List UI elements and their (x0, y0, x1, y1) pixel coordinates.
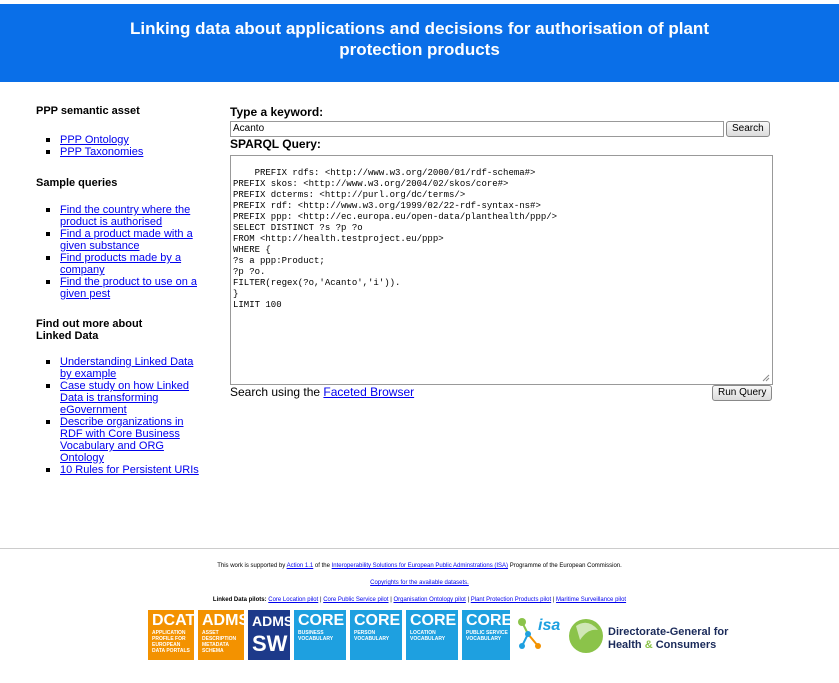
core-location-subtitle: LOCATION VOCABULARY (410, 630, 446, 642)
list-item: Case study on how Linked Data is transfo… (36, 380, 206, 416)
sidebar-heading-linked-data: Find out more about Linked Data (36, 318, 143, 342)
core-business-title: CORE (298, 612, 345, 629)
adms-logo-title: ADMS (202, 612, 244, 629)
resize-handle-icon[interactable] (762, 374, 770, 382)
list-item: Find a product made with a given substan… (36, 228, 206, 252)
list-item: Find products made by a company (36, 252, 206, 276)
isa-network-icon: isa (518, 617, 560, 649)
footer-support-line: This work is supported by Action 1.1 of … (0, 563, 839, 569)
sidebar: PPP semantic asset PPP Ontology PPP Taxo… (36, 105, 206, 476)
pilot-link-maritime[interactable]: Maritime Surveillance pilot (556, 597, 626, 603)
core-public-service-logo[interactable]: CORE PUBLIC SERVICE VOCABULARY (462, 610, 510, 660)
pilot-link-core-public-service[interactable]: Core Public Service pilot (323, 597, 388, 603)
link-find-country[interactable]: Find the country where the product is au… (60, 204, 190, 228)
core-location-logo[interactable]: CORE LOCATION VOCABULARY (406, 610, 458, 660)
sidebar-list-sample-queries: Find the country where the product is au… (36, 204, 206, 300)
link-10-rules[interactable]: 10 Rules for Persistent URIs (60, 464, 199, 476)
dcat-logo-subtitle: APPLICATION PROFILE FOR EUROPEAN DATA PO… (152, 630, 190, 654)
isa-programme-link[interactable]: Interoperability Solutions for European … (332, 563, 508, 569)
core-person-title: CORE (354, 612, 401, 629)
footer-copyright-line: Copyrights for the available datasets. (0, 580, 839, 586)
core-public-service-title: CORE (466, 612, 510, 629)
dg-health-leaf-icon (569, 619, 603, 653)
dcat-logo-title: DCAT (152, 612, 194, 629)
footer-text: This work is supported by (217, 563, 287, 569)
link-find-products-company[interactable]: Find products made by a company (60, 252, 181, 276)
search-button[interactable]: Search (726, 121, 770, 137)
dg-health-line1: Directorate-General for (608, 626, 729, 638)
link-understanding-linked-data[interactable]: Understanding Linked Data by example (60, 356, 193, 380)
adms-sw-logo-title: ADMS. (252, 613, 290, 629)
keyword-input[interactable] (230, 121, 724, 137)
pilot-link-plant-protection[interactable]: Plant Protection Products pilot (471, 597, 551, 603)
link-find-product-pest[interactable]: Find the product to use on a given pest (60, 276, 197, 300)
footer-pilots-line: Linked Data pilots: Core Location pilot … (0, 597, 839, 603)
list-item: PPP Ontology (36, 134, 206, 146)
run-query-button[interactable]: Run Query (712, 385, 773, 401)
core-public-service-subtitle: PUBLIC SERVICE VOCABULARY (466, 630, 508, 642)
copyright-link[interactable]: Copyrights for the available datasets. (370, 580, 469, 586)
core-business-subtitle: BUSINESS VOCABULARY (298, 630, 334, 642)
footer: This work is supported by Action 1.1 of … (0, 563, 839, 614)
dg-health-text: Directorate-General for Health & Consume… (608, 626, 728, 652)
footer-text: Programme of the European Commission. (508, 563, 622, 569)
isa-logo-text: isa (538, 617, 560, 634)
list-item: Understanding Linked Data by example (36, 356, 206, 380)
faceted-row: Search using the Faceted Browser Run Que… (230, 385, 775, 401)
faceted-prefix: Search using the (230, 385, 324, 399)
dcat-logo[interactable]: DCAT APPLICATION PROFILE FOR EUROPEAN DA… (148, 610, 194, 660)
dg-health-logo[interactable]: Directorate-General for Health & Consume… (568, 610, 740, 660)
sidebar-heading-sample-queries: Sample queries (36, 177, 118, 189)
dg-health-ampersand: & (644, 639, 653, 651)
adms-logo[interactable]: ADMS ASSET DESCRIPTION METADATA SCHEMA (198, 610, 244, 660)
keyword-label: Type a keyword: (230, 105, 324, 119)
sparql-label: SPARQL Query: (230, 137, 321, 151)
dg-health-word-consumers: Consumers (652, 639, 717, 651)
sidebar-heading-ppp: PPP semantic asset (36, 105, 140, 117)
core-business-logo[interactable]: CORE BUSINESS VOCABULARY (294, 610, 346, 660)
core-location-title: CORE (410, 612, 457, 629)
link-find-product-substance[interactable]: Find a product made with a given substan… (60, 228, 193, 252)
dg-health-word-health: Health (608, 639, 645, 651)
sparql-query-text: PREFIX rdfs: <http://www.w3.org/2000/01/… (233, 168, 558, 310)
footer-text: of the (313, 563, 332, 569)
pilots-label: Linked Data pilots: (212, 597, 269, 603)
list-item: Find the product to use on a given pest (36, 276, 206, 300)
sidebar-list-linked-data: Understanding Linked Data by example Cas… (36, 356, 206, 476)
page-title: Linking data about applications and deci… (130, 19, 709, 59)
list-item: PPP Taxonomies (36, 146, 206, 158)
sparql-query-textarea[interactable]: PREFIX rdfs: <http://www.w3.org/2000/01/… (230, 155, 773, 385)
action-link[interactable]: Action 1.1 (287, 563, 314, 569)
adms-sw-logo[interactable]: ADMS. SW (248, 610, 290, 660)
pilot-link-core-location[interactable]: Core Location pilot (268, 597, 318, 603)
link-case-study[interactable]: Case study on how Linked Data is transfo… (60, 380, 189, 416)
query-panel: Type a keyword: Search SPARQL Query: PRE… (230, 105, 775, 401)
page-header: Linking data about applications and deci… (0, 4, 839, 82)
list-item: 10 Rules for Persistent URIs (36, 464, 206, 476)
list-item: Find the country where the product is au… (36, 204, 206, 228)
faceted-browser-link[interactable]: Faceted Browser (323, 385, 414, 399)
link-ppp-taxonomies[interactable]: PPP Taxonomies (60, 146, 143, 158)
list-item: Describe organizations in RDF with Core … (36, 416, 206, 464)
core-person-logo[interactable]: CORE PERSON VOCABULARY (350, 610, 402, 660)
adms-sw-logo-sw: SW (252, 631, 288, 656)
core-person-subtitle: PERSON VOCABULARY (354, 630, 390, 642)
dg-health-line2: Health & Consumers (608, 639, 728, 652)
link-describe-organizations[interactable]: Describe organizations in RDF with Core … (60, 416, 184, 464)
isa-logo[interactable]: isa (514, 610, 566, 660)
pilot-link-organisation-ontology[interactable]: Organisation Ontology pilot (393, 597, 465, 603)
keyword-row: Search (230, 121, 775, 137)
adms-logo-subtitle: ASSET DESCRIPTION METADATA SCHEMA (202, 630, 237, 654)
sidebar-list-ppp: PPP Ontology PPP Taxonomies (36, 134, 206, 158)
footer-divider (0, 548, 839, 549)
link-ppp-ontology[interactable]: PPP Ontology (60, 134, 129, 146)
